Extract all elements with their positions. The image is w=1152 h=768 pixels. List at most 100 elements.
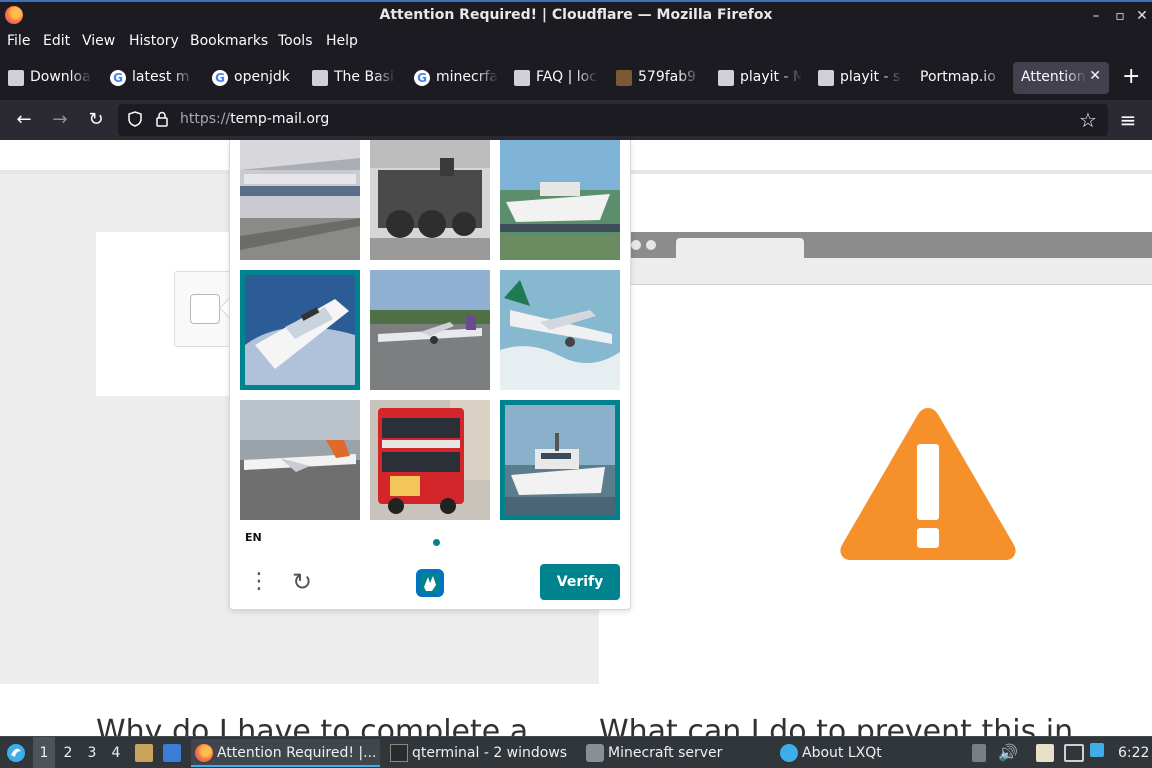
task-label: About LXQt <box>802 745 882 761</box>
task-label: qterminal - 2 windows <box>412 745 568 761</box>
page-icon <box>312 70 328 86</box>
url-host: temp-mail.org <box>230 111 330 127</box>
google-icon: G <box>414 70 430 86</box>
menu-tools[interactable]: Tools <box>278 33 313 49</box>
workspace-3[interactable]: 3 <box>81 737 103 768</box>
window-titlebar: Attention Required! | Cloudflare — Mozil… <box>0 0 1152 30</box>
url-bar[interactable]: https://temp-mail.org ☆ <box>118 104 1108 136</box>
page-icon <box>818 70 834 86</box>
captcha-tile-1[interactable] <box>240 140 360 260</box>
window-title: Attention Required! | Cloudflare — Mozil… <box>379 7 773 23</box>
workspace-4[interactable]: 4 <box>105 737 127 768</box>
task-qterminal[interactable]: qterminal - 2 windows <box>386 739 576 767</box>
task-about-lxqt[interactable]: About LXQt <box>776 739 966 767</box>
tab-openjdk[interactable]: G openjdk <box>212 62 296 94</box>
back-button[interactable]: ← <box>12 108 36 132</box>
tab-close-icon[interactable]: ✕ <box>1089 68 1101 84</box>
tab-latest[interactable]: G latest m <box>110 62 194 94</box>
captcha-challenge-panel: EN ⋮ ↻ Verify <box>229 140 631 610</box>
captcha-tile-8[interactable] <box>370 400 490 520</box>
show-desktop-icon[interactable] <box>163 744 181 762</box>
menu-history[interactable]: History <box>129 33 179 49</box>
captcha-tile-5[interactable] <box>370 270 490 390</box>
task-firefox[interactable]: Attention Required! |... <box>191 739 380 767</box>
google-icon: G <box>212 70 228 86</box>
lock-icon[interactable] <box>152 110 172 130</box>
network-icon[interactable] <box>1064 744 1084 762</box>
task-label: Attention Required! |... <box>217 745 377 761</box>
illustration-divider <box>630 284 1152 285</box>
menu-help[interactable]: Help <box>326 33 358 49</box>
workspace-1[interactable]: 1 <box>33 737 55 768</box>
minecraft-server-icon <box>586 744 604 762</box>
minimize-button[interactable]: – <box>1086 6 1106 26</box>
tab-portmap[interactable]: Portmap.io <box>898 62 1004 94</box>
warning-icon <box>840 408 1016 560</box>
menu-view[interactable]: View <box>82 33 115 49</box>
illustration-toolbar <box>630 258 1152 284</box>
navigation-toolbar: ← → ↻ https://temp-mail.org ☆ ≡ <box>0 100 1152 140</box>
tab-playit-1[interactable]: playit - M <box>718 62 802 94</box>
tab-label: openjdk <box>234 69 290 85</box>
forward-button[interactable]: → <box>48 108 72 132</box>
captcha-checkbox[interactable] <box>190 294 220 324</box>
task-minecraft-server[interactable]: Minecraft server <box>582 739 772 767</box>
captcha-tile-3[interactable] <box>500 140 620 260</box>
clipboard-icon[interactable] <box>1036 744 1054 762</box>
captcha-tile-2[interactable] <box>370 140 490 260</box>
reload-button[interactable]: ↻ <box>84 108 108 132</box>
lxqt-start-menu-icon[interactable] <box>6 743 26 763</box>
shield-icon[interactable] <box>125 110 145 130</box>
new-tab-button[interactable]: + <box>1122 66 1140 88</box>
tab-playit-2[interactable]: playit - s <box>818 62 902 94</box>
captcha-tile-4[interactable] <box>240 270 360 390</box>
illustration-dot <box>646 240 656 250</box>
hcaptcha-logo-icon <box>416 569 444 597</box>
refresh-challenge-icon[interactable]: ↻ <box>288 568 316 596</box>
tab-faq[interactable]: FAQ | loc <box>514 62 598 94</box>
tab-579fab9[interactable]: 579fab9 <box>616 62 700 94</box>
workspace-2[interactable]: 2 <box>57 737 79 768</box>
minecraft-icon <box>616 70 632 86</box>
url-protocol: https:// <box>180 111 231 127</box>
maximize-button[interactable]: ▫ <box>1110 6 1130 26</box>
page-icon <box>718 70 734 86</box>
menu-bar: File Edit View History Bookmarks Tools H… <box>0 30 1152 56</box>
taskbar: 1 2 3 4 Attention Required! |... qtermin… <box>0 736 1152 768</box>
url-text[interactable]: https://temp-mail.org <box>180 111 329 127</box>
google-icon: G <box>110 70 126 86</box>
tab-downloads[interactable]: Downloa <box>8 62 92 94</box>
tab-the-basics[interactable]: The Basi <box>312 62 396 94</box>
captcha-tile-7[interactable] <box>240 400 360 520</box>
captcha-tile-9[interactable] <box>500 400 620 520</box>
tab-minecraft[interactable]: G minecrfa <box>414 62 498 94</box>
close-window-button[interactable]: ✕ <box>1132 6 1152 26</box>
captcha-tile-6[interactable] <box>500 270 620 390</box>
file-manager-icon[interactable] <box>135 744 153 762</box>
clock[interactable]: 6:22 <box>1118 737 1149 768</box>
lxqt-icon <box>780 744 798 762</box>
tab-attention-active[interactable]: Attention ✕ <box>1013 62 1109 94</box>
notification-icon[interactable] <box>1090 743 1104 757</box>
menu-bookmarks[interactable]: Bookmarks <box>190 33 268 49</box>
menu-edit[interactable]: Edit <box>43 33 70 49</box>
illustration-browser-tab <box>676 238 804 258</box>
hamburger-menu-icon[interactable]: ≡ <box>1116 108 1140 132</box>
battery-icon[interactable] <box>972 744 986 762</box>
heading-prevent: What can I do to prevent this in <box>599 714 1074 736</box>
firefox-icon <box>195 744 213 762</box>
page-icon <box>514 70 530 86</box>
illustration-dot <box>631 240 641 250</box>
language-selector[interactable]: EN <box>245 531 262 544</box>
task-label: Minecraft server <box>608 745 723 761</box>
heading-why: Why do I have to complete a <box>96 714 529 736</box>
more-options-icon[interactable]: ⋮ <box>248 568 270 596</box>
volume-icon[interactable]: 🔊 <box>998 737 1018 768</box>
menu-file[interactable]: File <box>7 33 30 49</box>
verify-button[interactable]: Verify <box>540 564 620 600</box>
terminal-icon <box>390 744 408 762</box>
challenge-progress-dot <box>433 539 440 546</box>
bookmark-star-icon[interactable]: ☆ <box>1078 110 1098 130</box>
tab-strip: Downloa G latest m G openjdk The Basi G … <box>0 56 1152 100</box>
page-icon <box>8 70 24 86</box>
